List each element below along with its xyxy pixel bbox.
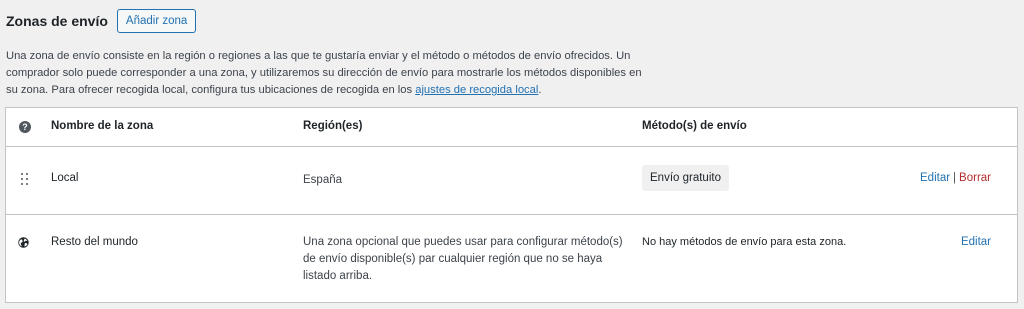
table-row: Resto del mundo Una zona opcional que pu… [6, 215, 1017, 303]
action-separator: | [953, 172, 957, 184]
delete-zone-link[interactable]: Borrar [959, 172, 991, 184]
zones-description: Una zona de envío consiste en la región … [6, 48, 656, 99]
edit-zone-link[interactable]: Editar [920, 172, 950, 184]
column-header-zone-name: Nombre de la zona [51, 120, 154, 132]
table-row: Local España Envío gratuito Editar | Borra… [6, 146, 1017, 215]
globe-icon [18, 237, 29, 248]
zone-region: Una zona opcional que puedes usar para c… [303, 236, 623, 282]
shipping-zones-table: ? Nombre de la zona Región(es) Método(s)… [5, 107, 1018, 303]
zone-name: Local [51, 172, 79, 184]
add-zone-button[interactable]: Añadir zona [116, 9, 197, 33]
zone-region: España [303, 174, 343, 186]
row-actions: Editar [961, 236, 991, 248]
page-title: Zonas de envío [6, 13, 108, 29]
no-shipping-methods-text: No hay métodos de envío para esta zona. [642, 236, 847, 248]
table-header-row: ? Nombre de la zona Región(es) Método(s)… [6, 108, 1017, 147]
description-text: Una zona de envío consiste en la región … [6, 50, 642, 96]
edit-zone-link[interactable]: Editar [961, 236, 991, 248]
page-header: Zonas de envío Añadir zona [6, 8, 197, 34]
drag-handle-icon[interactable] [21, 173, 29, 187]
column-header-regions: Región(es) [303, 120, 363, 132]
row-actions: Editar | Borrar [920, 172, 991, 184]
local-pickup-settings-link[interactable]: ajustes de recogida local [415, 84, 538, 96]
zone-name: Resto del mundo [51, 236, 138, 248]
help-icon[interactable]: ? [19, 121, 31, 133]
column-header-shipping-methods: Método(s) de envío [642, 120, 747, 132]
description-end: . [538, 84, 542, 96]
shipping-method-badge[interactable]: Envío gratuito [642, 165, 729, 191]
